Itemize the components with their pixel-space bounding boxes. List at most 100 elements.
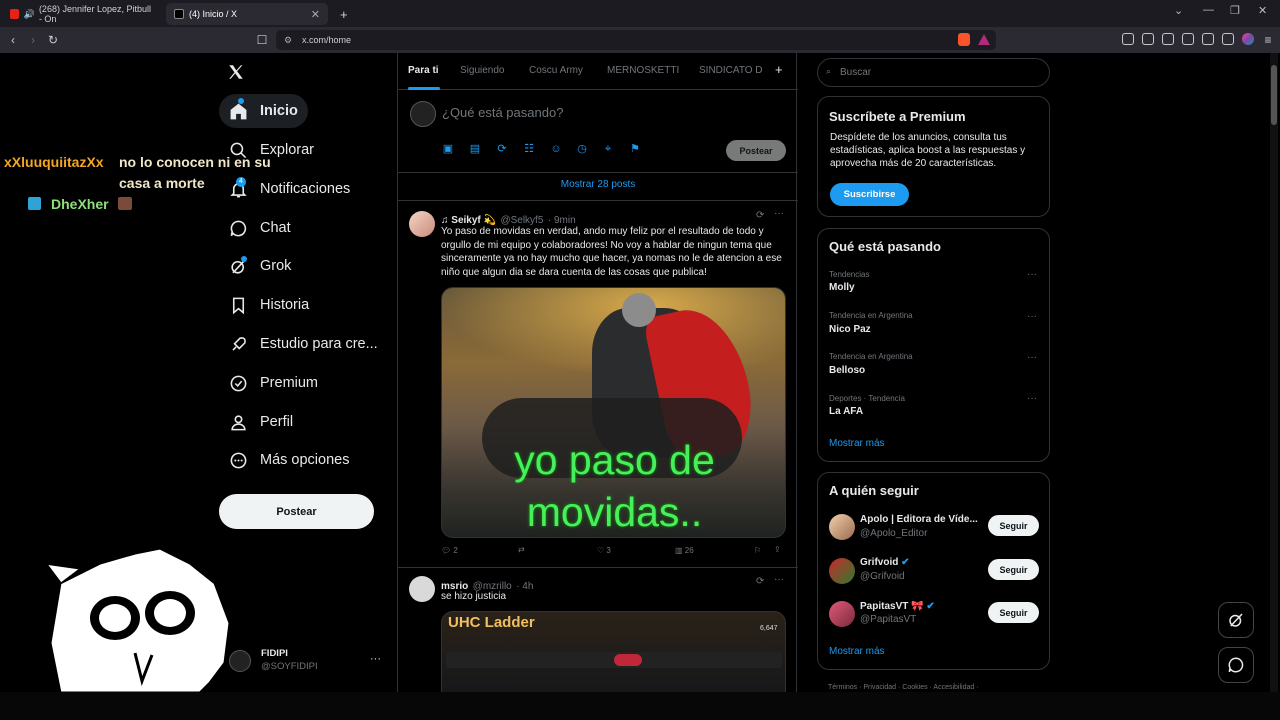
image-icon[interactable]: ▣ <box>442 143 454 155</box>
emoji-icon[interactable]: ☺ <box>550 143 562 155</box>
like-button[interactable]: ♡ 3 <box>597 546 611 555</box>
show-more-posts[interactable]: Mostrar 28 posts <box>398 179 798 190</box>
bookmark-page-icon[interactable]: ☐ <box>254 32 270 48</box>
site-info-icon[interactable]: ⚙ <box>284 35 292 46</box>
grok-post-icon[interactable]: ⟳ <box>756 210 764 221</box>
repost-button[interactable]: ⇄ <box>518 545 525 554</box>
nav-mas-opciones[interactable]: Más opciones <box>219 443 359 477</box>
trend-name[interactable]: Molly <box>829 282 855 293</box>
post-button[interactable]: Postear <box>219 494 374 529</box>
extensions-icon[interactable] <box>1122 33 1134 45</box>
nav-historia[interactable]: Historia <box>219 288 319 322</box>
image-skull <box>622 293 656 327</box>
grok-compose-icon[interactable]: ⟳ <box>496 143 508 155</box>
forward-icon[interactable]: › <box>25 32 41 48</box>
schedule-icon[interactable]: ◷ <box>576 143 588 155</box>
post-image[interactable]: yo paso de movidas.. <box>441 287 786 538</box>
sidebar-icon[interactable] <box>1162 33 1174 45</box>
maximize-icon[interactable]: ❐ <box>1230 4 1240 17</box>
browser-tab-x[interactable]: (4) Inicio / X ✕ <box>166 3 328 25</box>
trend-more-icon[interactable]: ··· <box>1027 352 1037 363</box>
views-button[interactable]: ▥ 26 <box>675 546 694 555</box>
follow-name[interactable]: Grifvoid ✔ <box>860 557 910 568</box>
minimize-icon[interactable]: — <box>1203 4 1214 16</box>
browser-tab-youtube[interactable]: 🔊 (268) Jennifer Lopez, Pitbull - On <box>2 3 162 25</box>
tab-siguiendo[interactable]: Siguiendo <box>460 65 504 76</box>
leo-icon[interactable] <box>1202 33 1214 45</box>
tab-sindicato[interactable]: SINDICATO D <box>699 65 763 76</box>
follow-name[interactable]: Apolo | Editora de Víde... <box>860 514 978 525</box>
follow-button[interactable]: Seguir <box>988 559 1039 580</box>
composer-input[interactable]: ¿Qué está pasando? <box>442 105 563 120</box>
vpn-icon[interactable] <box>1222 33 1234 45</box>
trend-name[interactable]: Belloso <box>829 365 865 376</box>
account-more-button[interactable]: ··· <box>370 653 381 665</box>
follow-avatar[interactable] <box>829 514 855 540</box>
follow-handle: @Grifvoid <box>860 571 905 582</box>
nav-chat[interactable]: Chat <box>219 211 301 245</box>
share-icon[interactable]: ⇪ <box>774 545 781 554</box>
gif-icon[interactable]: ▤ <box>469 143 481 155</box>
follow-button[interactable]: Seguir <box>988 602 1039 623</box>
nav-premium[interactable]: Premium <box>219 366 328 400</box>
trend-more-icon[interactable]: ··· <box>1027 269 1037 280</box>
post-more-icon[interactable]: ··· <box>774 208 784 219</box>
wallet-icon[interactable] <box>1182 33 1194 45</box>
grok-post-icon[interactable]: ⟳ <box>756 576 764 587</box>
tab-coscu-army[interactable]: Coscu Army <box>529 65 583 76</box>
post-avatar[interactable] <box>409 576 435 602</box>
bookmark-post-icon[interactable]: ⚐ <box>754 546 761 555</box>
music-icon[interactable] <box>1142 33 1154 45</box>
nav-estudio[interactable]: Estudio para cre... <box>219 327 388 361</box>
x-logo-icon[interactable] <box>227 63 245 81</box>
scrollbar-thumb[interactable] <box>1271 65 1277 125</box>
follow-avatar[interactable] <box>829 558 855 584</box>
reload-icon[interactable]: ↻ <box>45 32 61 48</box>
grok-fab[interactable] <box>1218 602 1254 638</box>
url-field[interactable]: ⚙ x.com/home <box>276 30 996 50</box>
poll-icon[interactable]: ☷ <box>523 143 535 155</box>
trend-meta: Deportes · Tendencia <box>829 394 905 403</box>
follow-button[interactable]: Seguir <box>988 515 1039 536</box>
trend-name[interactable]: Nico Paz <box>829 324 871 335</box>
nav-perfil[interactable]: Perfil <box>219 405 303 439</box>
trend-more-icon[interactable]: ··· <box>1027 311 1037 322</box>
tab-list-icon[interactable]: ⌄ <box>1174 4 1183 17</box>
trend-more-icon[interactable]: ··· <box>1027 393 1037 404</box>
subscribe-button[interactable]: Suscribirse <box>830 183 909 206</box>
profile-icon[interactable] <box>1242 33 1254 45</box>
tab-mernosketti[interactable]: MERNOSKETTI <box>607 65 679 76</box>
location-icon[interactable]: ⌖ <box>602 143 614 155</box>
tab-label: (4) Inicio / X <box>189 9 238 19</box>
divider <box>398 172 798 173</box>
brave-shield-icon[interactable] <box>958 33 970 46</box>
close-window-icon[interactable]: ✕ <box>1258 4 1267 17</box>
nav-label: Premium <box>260 375 319 391</box>
new-tab-button[interactable]: + <box>332 3 356 25</box>
reply-button[interactable]: 💬︎ 2 <box>441 546 458 555</box>
follow-name[interactable]: PapitasVT 🎀 ✔ <box>860 601 935 612</box>
nav-grok[interactable]: Grok <box>219 249 301 283</box>
post-avatar[interactable] <box>409 211 435 237</box>
messages-fab[interactable] <box>1218 647 1254 683</box>
flag-icon[interactable]: ⚑ <box>629 143 641 155</box>
nav-inicio[interactable]: Inicio <box>219 94 308 128</box>
footer-links[interactable]: Términos · Privacidad · Cookies · Accesi… <box>828 684 979 691</box>
menu-icon[interactable]: ≡ <box>1260 32 1276 48</box>
composer-post-button[interactable]: Postear <box>726 140 786 161</box>
post-more-icon[interactable]: ··· <box>774 574 784 585</box>
add-tab-button[interactable]: + <box>775 62 783 77</box>
follow-avatar[interactable] <box>829 601 855 627</box>
close-tab-icon[interactable]: ✕ <box>311 8 320 21</box>
who-to-follow-card: A quién seguir Apolo | Editora de Víde..… <box>817 472 1050 670</box>
search-input[interactable]: ⌕ Buscar <box>817 58 1050 87</box>
brave-rewards-icon[interactable] <box>978 34 990 45</box>
post-image[interactable]: UHC Ladder 6,647 <box>441 611 786 692</box>
follow-show-more[interactable]: Mostrar más <box>829 646 885 657</box>
trend-name[interactable]: La AFA <box>829 406 863 417</box>
trends-show-more[interactable]: Mostrar más <box>829 438 885 449</box>
back-icon[interactable]: ‹ <box>5 32 21 48</box>
page-scrollbar[interactable] <box>1270 53 1278 692</box>
tab-para-ti[interactable]: Para ti <box>408 65 439 76</box>
verified-icon <box>230 375 247 391</box>
